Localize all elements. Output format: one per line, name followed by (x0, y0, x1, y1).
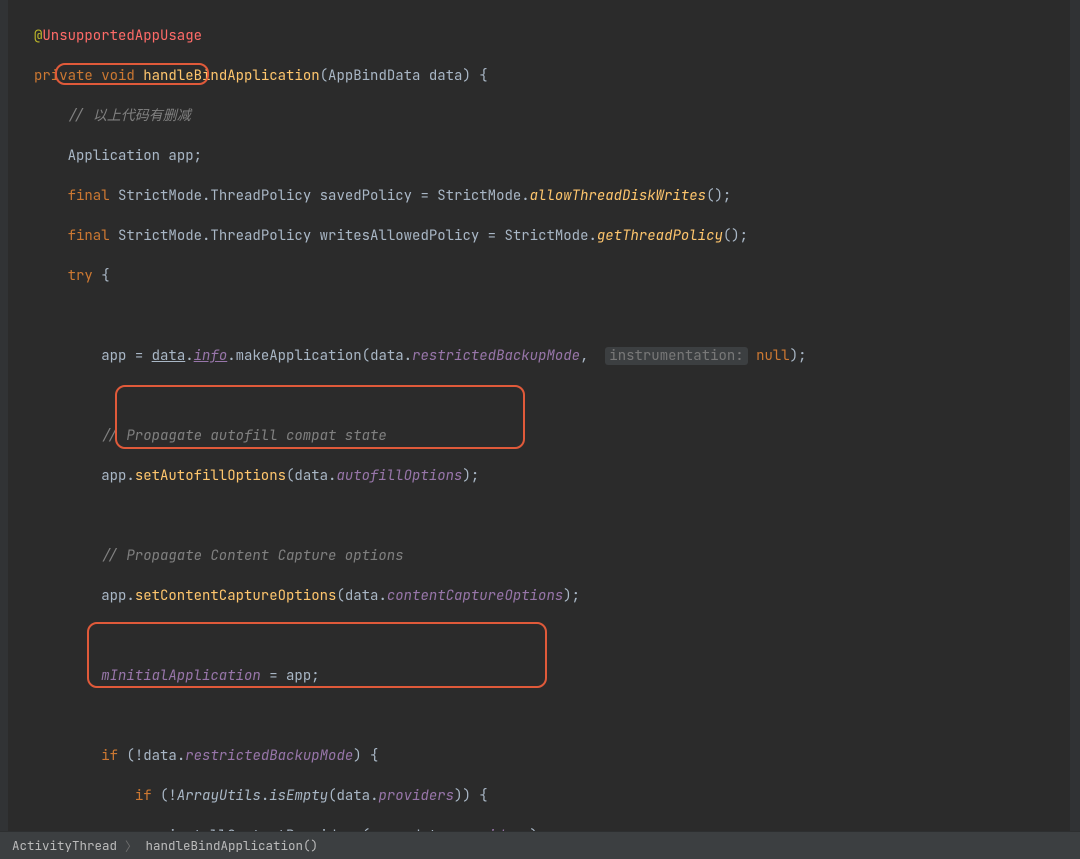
breadcrumb-method[interactable]: handleBindApplication() (142, 837, 323, 854)
kw-void: void (101, 67, 135, 85)
comment-trim: // 以上代码有删减 (68, 107, 191, 125)
kw-private: private (34, 67, 93, 85)
code-editor[interactable]: @UnsupportedAppUsage private void handle… (0, 0, 1080, 831)
app-decl-type: Application (68, 147, 160, 165)
breadcrumb-class[interactable]: ActivityThread (8, 837, 121, 854)
breadcrumb[interactable]: ActivityThread 〉 handleBindApplication() (0, 831, 1080, 859)
method-name: handleBindApplication (143, 67, 319, 85)
annotation-name: UnsupportedAppUsage (42, 27, 202, 45)
code-area[interactable]: @UnsupportedAppUsage private void handle… (0, 0, 1080, 831)
breadcrumb-separator-icon: 〉 (125, 836, 138, 855)
comment-cc: // Propagate Content Capture options (101, 547, 403, 565)
comment-autofill: // Propagate autofill compat state (101, 427, 387, 445)
inlay-hint: instrumentation: (605, 347, 747, 365)
